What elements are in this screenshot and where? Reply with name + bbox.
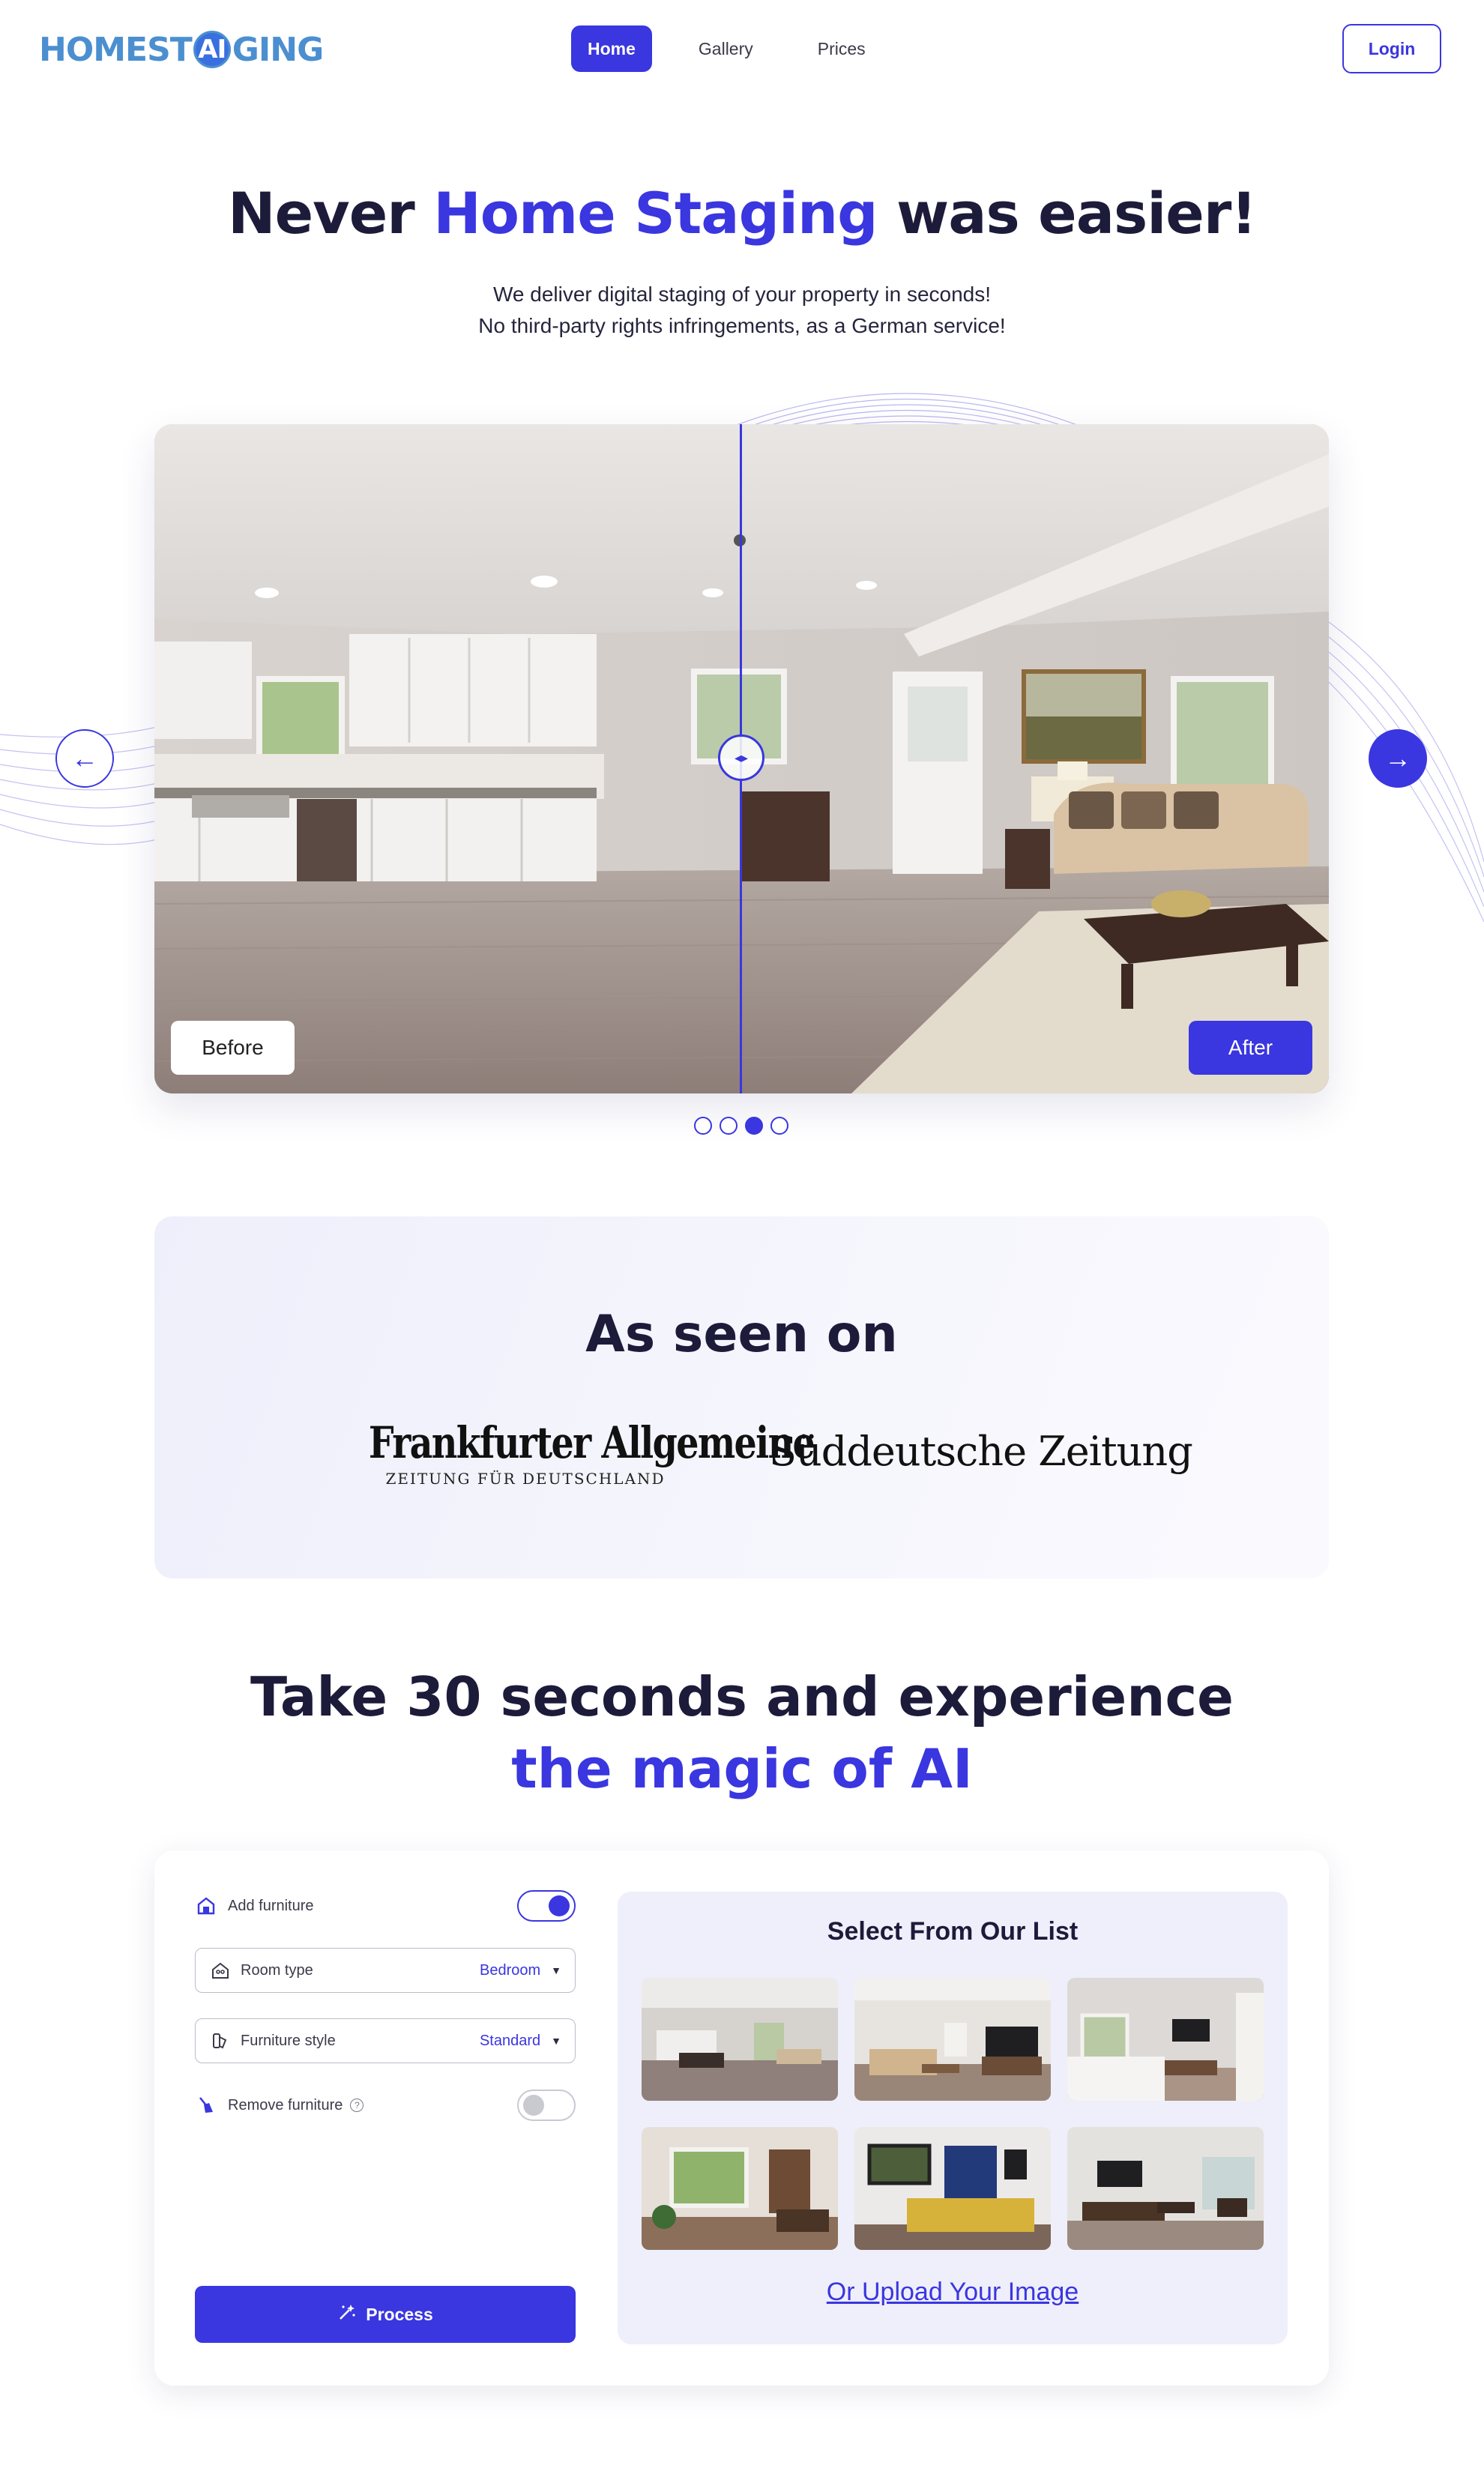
add-furniture-label: Add furniture <box>228 1897 314 1914</box>
faz-logo-name: Frankfurter Allgemeine <box>368 1417 815 1468</box>
sample-image-5[interactable] <box>854 2127 1051 2250</box>
remove-furniture-row: Remove furniture ? <box>195 2089 576 2122</box>
hero-title-accent: Home Staging <box>433 180 878 247</box>
faz-logo-sub: ZEITUNG FÜR DEUTSCHLAND <box>385 1470 666 1488</box>
magic-heading-line2: the magic of AI <box>511 1737 973 1800</box>
before-after-slider[interactable]: ◂▸ Before After <box>154 424 1329 1093</box>
chevron-down-icon: ▼ <box>551 2035 561 2047</box>
hero-title-pre: Never <box>228 180 434 247</box>
drag-handle-icon[interactable]: ◂▸ <box>718 734 764 781</box>
furniture-style-select[interactable]: Furniture style Standard ▼ <box>195 2018 576 2063</box>
magic-heading-line1: Take 30 seconds and experience <box>250 1665 1234 1728</box>
slider-dot-2[interactable] <box>720 1117 738 1135</box>
as-seen-on-title: As seen on <box>585 1305 898 1364</box>
before-label: Before <box>171 1021 295 1075</box>
furniture-style-label: Furniture style <box>241 2032 336 2049</box>
sample-image-3[interactable] <box>1067 1978 1264 2101</box>
toggle-knob <box>549 1895 570 1916</box>
hero-subtitle-line2: No third-party rights infringements, as … <box>478 314 1006 337</box>
help-icon[interactable]: ? <box>350 2099 364 2112</box>
logo-text-post: GING <box>232 30 324 69</box>
furniture-style-value: Standard <box>479 2032 541 2049</box>
as-seen-on-section: As seen on Frankfurter Allgemeine ZEITUN… <box>154 1216 1329 1578</box>
chevron-down-icon: ▼ <box>551 1964 561 1976</box>
magic-wand-icon <box>337 2302 357 2326</box>
room-icon <box>209 1959 232 1982</box>
main-nav: Home Gallery Prices <box>571 25 884 72</box>
hero-subtitle-line1: We deliver digital staging of your prope… <box>492 283 992 306</box>
gallery-title: Select From Our List <box>827 1917 1079 1946</box>
arrow-right-icon[interactable]: → <box>1369 729 1427 788</box>
sample-image-4[interactable] <box>642 2127 838 2250</box>
add-furniture-toggle[interactable] <box>517 1890 576 1922</box>
upload-image-link[interactable]: Or Upload Your Image <box>618 2278 1288 2307</box>
house-icon <box>195 1895 217 1917</box>
slider-dot-4[interactable] <box>770 1117 788 1135</box>
arrow-left-icon[interactable]: ← <box>55 729 114 788</box>
sample-gallery: Select From Our List Or Upload Your Imag… <box>618 1892 1288 2344</box>
slider-dots <box>694 1117 788 1135</box>
remove-furniture-toggle[interactable] <box>517 2090 576 2121</box>
nav-home[interactable]: Home <box>571 25 652 72</box>
logo-ai-badge: AI <box>193 31 231 68</box>
nav-prices[interactable]: Prices <box>800 25 884 72</box>
room-type-select[interactable]: Room type Bedroom ▼ <box>195 1948 576 1993</box>
broom-icon <box>195 2094 217 2117</box>
after-label: After <box>1189 1021 1312 1075</box>
staging-tool-panel: Add furniture Room type Bedroom ▼ Furnit… <box>154 1850 1329 2386</box>
palette-icon <box>209 2030 232 2052</box>
hero-subtitle: We deliver digital staging of your prope… <box>0 279 1484 342</box>
sample-image-2[interactable] <box>854 1978 1051 2101</box>
toggle-knob <box>523 2095 544 2116</box>
add-furniture-row: Add furniture <box>195 1889 576 1922</box>
room-type-value: Bedroom <box>479 1961 541 1979</box>
sample-image-1[interactable] <box>642 1978 838 2101</box>
logo-text-pre: HOMEST <box>39 30 193 69</box>
sample-image-6[interactable] <box>1067 2127 1264 2250</box>
logo[interactable]: HOMEST AI GING <box>39 28 324 70</box>
hero-title: Never Home Staging was easier! <box>0 180 1484 247</box>
process-label: Process <box>366 2304 433 2324</box>
remove-furniture-label: Remove furniture <box>228 2096 343 2114</box>
slider-dot-3[interactable] <box>745 1117 763 1135</box>
faz-logo[interactable]: Frankfurter Allgemeine ZEITUNG FÜR DEUTS… <box>334 1417 815 1488</box>
room-type-label: Room type <box>241 1961 313 1979</box>
process-button[interactable]: Process <box>195 2286 576 2343</box>
slider-dot-1[interactable] <box>694 1117 712 1135</box>
nav-gallery[interactable]: Gallery <box>681 25 771 72</box>
hero-title-post: was easier! <box>877 180 1257 247</box>
login-button[interactable]: Login <box>1342 24 1441 73</box>
sz-logo[interactable]: Süddeutsche Zeitung <box>769 1428 1193 1475</box>
